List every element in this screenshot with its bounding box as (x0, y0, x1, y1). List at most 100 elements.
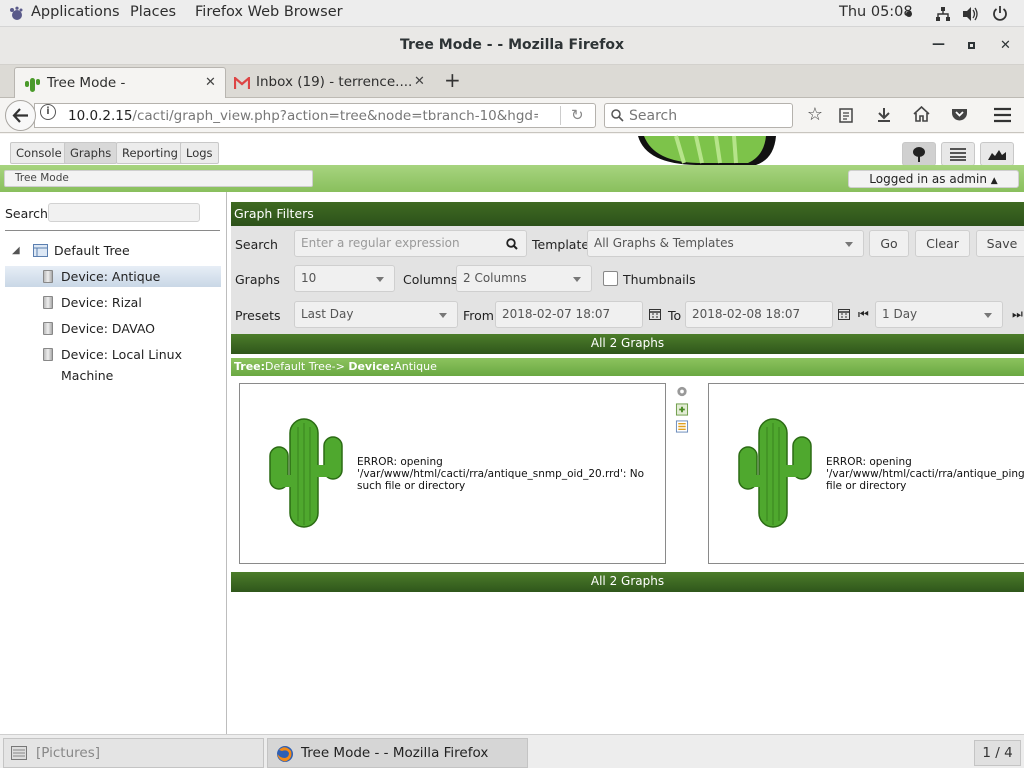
graph-image-1[interactable]: ERROR: opening '/var/www/html/cacti/rra/… (239, 383, 666, 564)
tab-inbox[interactable]: Inbox (19) - terrence.... ✕ (228, 67, 434, 98)
collapse-triangle-icon[interactable]: ◢ (12, 240, 20, 261)
chevron-down-icon (984, 313, 992, 318)
reload-icon[interactable]: ↻ (571, 106, 584, 124)
notification-dot-icon (906, 11, 912, 17)
taskbar-item-pictures[interactable]: [Pictures] (3, 738, 264, 768)
url-text[interactable]: 10.0.2.15/cacti/graph_view.php?action=tr… (68, 108, 538, 124)
divider (5, 230, 220, 231)
preview-view-button[interactable] (980, 142, 1014, 166)
new-tab-button[interactable]: + (444, 68, 461, 92)
calendar-icon[interactable] (838, 308, 850, 320)
save-button[interactable]: Save (976, 230, 1024, 257)
chevron-down-icon (573, 277, 581, 282)
clear-button[interactable]: Clear (915, 230, 970, 257)
list-view-button[interactable] (941, 142, 975, 166)
tree-icon (913, 147, 925, 162)
back-button[interactable] (5, 100, 36, 131)
reading-list-icon[interactable] (838, 107, 854, 123)
caret-up-icon: ▲ (990, 176, 998, 186)
breadcrumb-bar: Tree Mode Logged in as admin ▲ (0, 165, 1024, 192)
workspace-switcher[interactable]: 1 / 4 (974, 740, 1021, 766)
close-window-button[interactable]: ✕ (1000, 38, 1011, 53)
tree-search-input[interactable] (48, 203, 200, 222)
maximize-button[interactable] (968, 42, 975, 49)
columns-select[interactable]: 2 Columns (456, 265, 592, 292)
cacti-page: Console Graphs Reporting Logs Tree Mode (0, 134, 1024, 734)
close-tab-icon[interactable]: ✕ (205, 75, 216, 90)
regex-search-input[interactable]: Enter a regular expression (294, 230, 527, 257)
tab-graphs[interactable]: Graphs (64, 142, 118, 164)
pocket-icon[interactable] (951, 107, 968, 122)
hamburger-menu-icon[interactable] (993, 107, 1012, 123)
download-icon[interactable] (876, 107, 892, 123)
go-button[interactable]: Go (869, 230, 909, 257)
presets-select[interactable]: Last Day (294, 301, 458, 328)
chevron-down-icon (439, 313, 447, 318)
close-tab-icon[interactable]: ✕ (414, 74, 425, 89)
minimize-button[interactable]: — (932, 37, 945, 52)
info-icon[interactable]: i (40, 104, 56, 120)
cacti-tab-row: Console Graphs Reporting Logs (0, 134, 1024, 166)
device-path-value: Antique (394, 360, 437, 373)
tree-node-device-local-linux[interactable]: Device: Local Linux Machine (5, 344, 221, 383)
calendar-icon[interactable] (649, 308, 661, 320)
volume-icon[interactable] (962, 6, 979, 22)
tab-label: Tree Mode - (47, 75, 126, 91)
gear-icon[interactable] (675, 385, 689, 398)
logged-in-label: Logged in as admin (869, 172, 987, 186)
taskbar: [Pictures] Tree Mode - - Mozilla Firefox… (0, 734, 1024, 768)
template-select[interactable]: All Graphs & Templates (587, 230, 864, 257)
power-icon[interactable] (992, 5, 1008, 22)
tree-node-default-tree[interactable]: ◢ Default Tree (5, 240, 221, 261)
graph-image-2[interactable]: ERROR: opening '/var/www/html/cacti/rra/… (708, 383, 1024, 564)
network-icon[interactable] (935, 6, 951, 22)
thumbnails-label: Thumbnails (623, 272, 696, 287)
zoom-graph-icon[interactable] (675, 403, 689, 416)
home-icon[interactable] (913, 106, 930, 122)
logged-in-menu[interactable]: Logged in as admin ▲ (848, 170, 1019, 188)
shift-forward-icon[interactable]: ⏭ (1012, 307, 1023, 322)
url-bar[interactable]: 10.0.2.15/cacti/graph_view.php?action=tr… (34, 103, 596, 128)
places-menu[interactable]: Places (130, 4, 176, 20)
tab-console[interactable]: Console (10, 142, 68, 164)
breadcrumb-item[interactable]: Tree Mode (15, 172, 69, 184)
tree-folder-icon (33, 244, 48, 257)
tree-node-device-rizal[interactable]: Device: Rizal (5, 292, 221, 313)
taskbar-item-firefox[interactable]: Tree Mode - - Mozilla Firefox (267, 738, 528, 768)
from-label: From (463, 308, 494, 323)
device-icon (43, 270, 53, 283)
tab-reporting[interactable]: Reporting (116, 142, 184, 164)
tree-path-label: Tree: (234, 360, 266, 373)
to-date-input[interactable]: 2018-02-08 18:07 (685, 301, 833, 328)
tab-logs[interactable]: Logs (180, 142, 219, 164)
tree-node-device-davao[interactable]: Device: DAVAO (5, 318, 221, 339)
thumbnails-checkbox[interactable] (603, 271, 618, 286)
clock[interactable]: Thu 05:08 (839, 4, 913, 20)
filter-row-timespan: Presets Last Day From 2018-02-07 18:07 T… (231, 296, 1024, 334)
search-icon[interactable] (506, 238, 518, 250)
tree-node-label: Default Tree (54, 243, 130, 258)
tree-node-device-antique[interactable]: Device: Antique (5, 266, 221, 287)
template-label: Template (532, 237, 590, 252)
graph-error-message: ERROR: opening '/var/www/html/cacti/rra/… (357, 456, 645, 492)
filter-row-search: Search Enter a regular expression Templa… (231, 226, 1024, 262)
graphs-per-page-select[interactable]: 10 (294, 265, 395, 292)
applications-menu[interactable]: Applications (31, 4, 120, 20)
device-icon (43, 296, 53, 309)
firefox-app-menu[interactable]: Firefox Web Browser (195, 4, 343, 20)
shift-back-icon[interactable]: ⏮ (858, 307, 869, 322)
from-date-input[interactable]: 2018-02-07 18:07 (495, 301, 643, 328)
gnome-foot-icon (10, 6, 23, 20)
folder-window-icon (11, 746, 27, 760)
tree-search-label: Search (5, 206, 48, 221)
cactus-icon (25, 78, 40, 92)
csv-export-icon[interactable] (675, 420, 689, 433)
bookmark-star-icon[interactable]: ☆ (805, 104, 825, 125)
timespan-select[interactable]: 1 Day (875, 301, 1003, 328)
columns-label: Columns (403, 272, 458, 287)
tree-view-button[interactable] (902, 142, 936, 166)
to-label: To (668, 308, 682, 323)
chevron-down-icon (376, 277, 384, 282)
search-bar[interactable]: Search (604, 103, 793, 128)
tab-tree-mode[interactable]: Tree Mode - ✕ (14, 67, 226, 98)
